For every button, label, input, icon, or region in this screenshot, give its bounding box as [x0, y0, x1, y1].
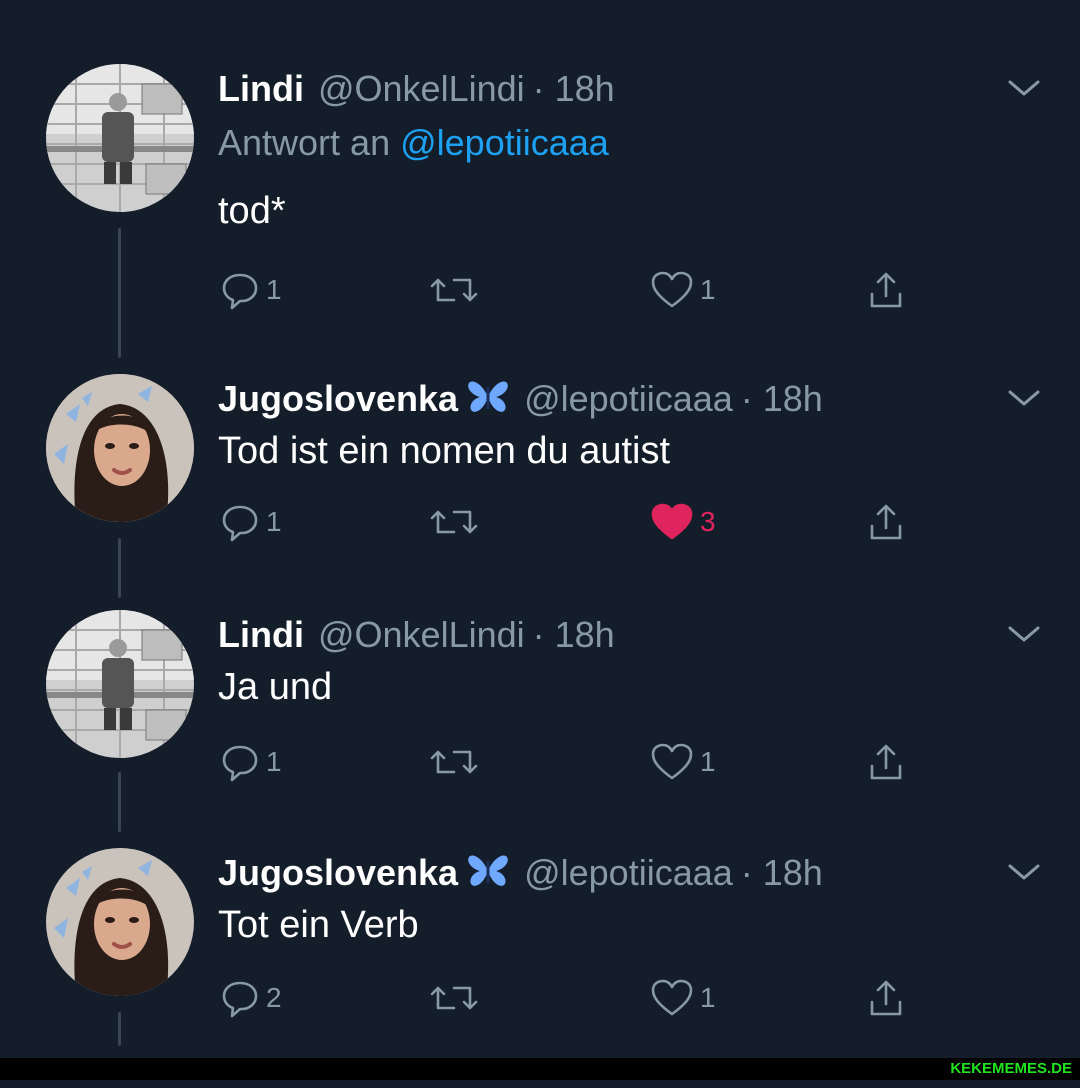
reply-count: 1: [266, 506, 282, 537]
retweet-button[interactable]: [428, 270, 480, 310]
retweet-button[interactable]: [428, 742, 480, 782]
share-icon: [870, 980, 902, 1016]
retweet-icon: [430, 278, 478, 302]
timestamp[interactable]: · 18h: [741, 852, 823, 893]
like-button[interactable]: 1: [650, 270, 716, 310]
share-button[interactable]: [866, 978, 906, 1018]
tweet[interactable]: Lindi @OnkelLindi · 18h Ja und 1 1: [0, 610, 1080, 850]
tweet-actions: 1 3: [218, 502, 918, 542]
tweet-text: Ja und: [218, 666, 333, 708]
share-button[interactable]: [866, 502, 906, 542]
reply-prefix: Antwort an: [218, 122, 391, 163]
heart-icon: [651, 979, 693, 1016]
tweet[interactable]: Jugoslovenka @lepotiicaaa · 18h Tod ist e…: [0, 374, 1080, 614]
tweet-text: Tot ein Verb: [218, 904, 419, 946]
reply-bubble-icon: [222, 505, 258, 542]
timestamp[interactable]: · 18h: [533, 614, 615, 655]
tweet-header: Lindi @OnkelLindi · 18h: [218, 614, 615, 656]
reply-handle-link[interactable]: @lepotiicaaa: [400, 122, 609, 163]
avatar-lindi[interactable]: [46, 610, 194, 758]
handle[interactable]: @OnkelLindi: [318, 614, 525, 655]
reply-bubble-icon: [222, 273, 258, 310]
avatar-jugoslovenka[interactable]: [46, 848, 194, 996]
tweet-text: tod*: [218, 190, 286, 232]
retweet-icon: [430, 510, 478, 534]
handle[interactable]: @OnkelLindi: [318, 68, 525, 109]
tweet-header: Lindi @OnkelLindi · 18h: [218, 68, 615, 110]
watermark-text: KEKEMEMES.DE: [950, 1060, 1072, 1077]
chevron-down-icon[interactable]: [1004, 386, 1044, 410]
butterfly-emoji-icon: [468, 381, 508, 412]
avatar-jugoslovenka[interactable]: [46, 374, 194, 522]
heart-icon: [651, 743, 693, 780]
retweet-icon: [430, 986, 478, 1010]
like-count: 1: [700, 746, 716, 777]
tweet-text: Tod ist ein nomen du autist: [218, 430, 671, 472]
butterfly-emoji-icon: [468, 855, 508, 886]
chevron-down-icon[interactable]: [1004, 860, 1044, 884]
avatar-lindi[interactable]: [46, 64, 194, 212]
reply-button[interactable]: 1: [220, 270, 282, 310]
timestamp[interactable]: · 18h: [741, 378, 823, 419]
reply-count: 1: [266, 746, 282, 777]
like-button[interactable]: 1: [650, 742, 716, 782]
tweet[interactable]: Lindi @OnkelLindi · 18h Antwort an @lepoti…: [0, 64, 1080, 310]
display-name[interactable]: Jugoslovenka: [218, 378, 458, 419]
chevron-down-icon[interactable]: [1004, 76, 1044, 100]
tweet-header: Jugoslovenka @lepotiicaaa · 18h: [218, 852, 823, 894]
chevron-down-icon[interactable]: [1004, 622, 1044, 646]
reply-count: 1: [266, 274, 282, 305]
share-icon: [870, 272, 902, 308]
tweet-header: Jugoslovenka @lepotiicaaa · 18h: [218, 378, 823, 420]
heart-icon: [651, 503, 693, 540]
reply-bubble-icon: [222, 745, 258, 782]
retweet-button[interactable]: [428, 502, 480, 542]
timestamp[interactable]: · 18h: [533, 68, 615, 109]
tweet-actions: 1 1: [218, 742, 918, 782]
share-icon: [870, 744, 902, 780]
tweet[interactable]: Jugoslovenka @lepotiicaaa · 18h Tot ein V…: [0, 848, 1080, 1088]
tweet-actions: 1 1: [218, 270, 918, 310]
tweet-actions: 2 1: [218, 978, 918, 1018]
retweet-button[interactable]: [428, 978, 480, 1018]
like-count: 1: [700, 274, 716, 305]
handle[interactable]: @lepotiicaaa: [524, 378, 733, 419]
reply-button[interactable]: 1: [220, 742, 282, 782]
retweet-icon: [430, 750, 478, 774]
like-button[interactable]: 1: [650, 978, 716, 1018]
watermark-bar: KEKEMEMES.DE: [0, 1058, 1080, 1080]
heart-icon: [651, 271, 693, 308]
reply-context: Antwort an @lepotiicaaa: [218, 122, 609, 164]
display-name[interactable]: Lindi: [218, 614, 304, 655]
display-name[interactable]: Lindi: [218, 68, 304, 109]
reply-button[interactable]: 1: [220, 502, 282, 542]
reply-button[interactable]: 2: [220, 978, 282, 1018]
share-icon: [870, 504, 902, 540]
share-button[interactable]: [866, 270, 906, 310]
reply-bubble-icon: [222, 981, 258, 1018]
reply-count: 2: [266, 982, 282, 1013]
handle[interactable]: @lepotiicaaa: [524, 852, 733, 893]
share-button[interactable]: [866, 742, 906, 782]
like-button[interactable]: 3: [650, 502, 716, 542]
like-count: 3: [700, 506, 716, 537]
like-count: 1: [700, 982, 716, 1013]
display-name[interactable]: Jugoslovenka: [218, 852, 458, 893]
